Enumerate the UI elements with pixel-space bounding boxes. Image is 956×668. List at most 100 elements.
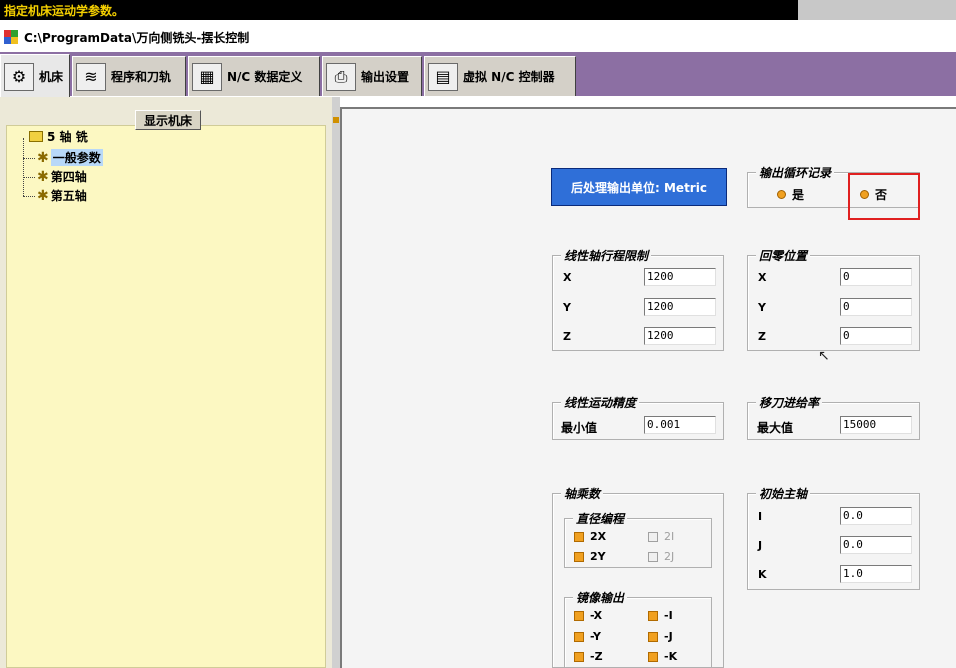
checkbox-box: [648, 610, 658, 621]
status-bar: 指定机床运动学参数。: [0, 0, 956, 20]
home-z-input[interactable]: 0: [840, 327, 912, 345]
group-title: 轴乘数: [561, 485, 604, 502]
checkbox-label: 2Y: [590, 550, 606, 563]
axis-label: Z: [758, 330, 766, 343]
tree-line: [23, 158, 35, 159]
group-title: 线性运动精度: [561, 394, 640, 411]
gear-icon: ✱: [37, 187, 49, 204]
checkbox-box: [574, 551, 584, 562]
checkbox-label: 2X: [590, 530, 607, 543]
diameter-2x-checkbox[interactable]: 2X: [574, 530, 606, 543]
mirror-y-checkbox[interactable]: -Y: [574, 630, 601, 643]
tree-node-fourth-axis[interactable]: ✱ 第四轴: [37, 168, 87, 185]
spindle-i-input[interactable]: 0.0: [840, 507, 912, 525]
checkbox-box: [574, 531, 584, 542]
splitter[interactable]: [332, 97, 340, 668]
cycle-yes-radio[interactable]: 是: [777, 186, 804, 203]
window-path: C:\ProgramData\万向侧铣头-摆长控制: [24, 31, 250, 45]
axis-label: Z: [563, 330, 571, 343]
tree-line: [23, 138, 24, 196]
mirror-z-checkbox[interactable]: -Z: [574, 650, 603, 663]
tree-node-label: 一般参数: [50, 149, 103, 166]
group-title: 回零位置: [756, 247, 811, 264]
checkbox-label: -I: [664, 609, 673, 622]
mirror-j-checkbox[interactable]: -J: [648, 630, 673, 643]
group-title: 初始主轴: [756, 485, 811, 502]
axis-label: X: [563, 271, 572, 284]
tab-label: 机床: [39, 70, 64, 84]
limit-z-input[interactable]: 1200: [644, 327, 716, 345]
group-title: 移刀进给率: [756, 394, 823, 411]
radio-label: 是: [792, 188, 805, 202]
tree-node-root[interactable]: 5 轴 铣: [29, 128, 88, 145]
axis-label: K: [758, 568, 767, 581]
checkbox-box: [648, 531, 658, 542]
spindle-k-input[interactable]: 1.0: [840, 565, 912, 583]
spindle-j-input[interactable]: 0.0: [840, 536, 912, 554]
tab-label: 程序和刀轨: [111, 70, 172, 84]
tree-line: [23, 177, 35, 178]
splitter-handle[interactable]: [333, 117, 339, 123]
axis-label: I: [758, 510, 763, 523]
group-title: 镜像输出: [573, 589, 628, 606]
tab-virtual-nc[interactable]: ▤ 虚拟 N/C 控制器: [424, 56, 576, 96]
checkbox-label: -Y: [590, 630, 601, 643]
tab-bar: ⚙ 机床 ≋ 程序和刀轨 ▦ N/C 数据定义 ⎙ 输出设置 ▤ 虚拟 N/C …: [0, 52, 956, 98]
status-text: 指定机床运动学参数。: [4, 4, 125, 18]
controller-icon: ▤: [428, 62, 458, 91]
app-icon: [4, 30, 18, 44]
group-title: 直径编程: [573, 510, 628, 527]
traverse-feed-input[interactable]: 15000: [840, 416, 912, 434]
tree-node-label: 第五轴: [50, 189, 87, 203]
axis-label: J: [758, 539, 763, 552]
checkbox-box: [574, 631, 584, 642]
tree-line: [23, 196, 35, 197]
checkbox-label: -X: [590, 609, 603, 622]
axis-label: X: [758, 271, 767, 284]
checkbox-box: [574, 651, 584, 662]
mirror-x-checkbox[interactable]: -X: [574, 609, 602, 622]
limit-y-input[interactable]: 1200: [644, 298, 716, 316]
resolution-input[interactable]: 0.001: [644, 416, 716, 434]
tab-nc-data[interactable]: ▦ N/C 数据定义: [188, 56, 320, 96]
highlight-box: [848, 173, 920, 220]
mouse-cursor-icon: ↖: [818, 348, 830, 364]
toolpath-icon: ≋: [76, 62, 106, 91]
tree-node-general[interactable]: ✱ 一般参数: [37, 149, 103, 166]
output-unit-box: 后处理输出单位: Metric: [551, 168, 727, 206]
left-panel: 5 轴 铣 ✱ 一般参数 ✱ 第四轴 ✱ 第五轴: [0, 97, 332, 668]
checkbox-label: 2J: [664, 550, 675, 563]
diameter-2y-checkbox[interactable]: 2Y: [574, 550, 606, 563]
axis-label: Y: [758, 301, 766, 314]
tab-output-settings[interactable]: ⎙ 输出设置: [322, 56, 422, 96]
axis-label: Y: [563, 301, 571, 314]
limit-x-input[interactable]: 1200: [644, 268, 716, 286]
machine-icon: ⚙: [4, 62, 34, 91]
tab-machine[interactable]: ⚙ 机床: [0, 54, 70, 98]
checkbox-label: 2I: [664, 530, 675, 543]
show-machine-button[interactable]: 显示机床: [135, 110, 201, 130]
diameter-2i-checkbox[interactable]: 2I: [648, 530, 674, 543]
tab-label: N/C 数据定义: [227, 70, 303, 84]
tree-node-fifth-axis[interactable]: ✱ 第五轴: [37, 187, 87, 204]
printer-icon: ⎙: [326, 62, 356, 91]
checkbox-label: -J: [664, 630, 673, 643]
mirror-k-checkbox[interactable]: -K: [648, 650, 677, 663]
max-value-label: 最大值: [757, 421, 794, 435]
home-y-input[interactable]: 0: [840, 298, 912, 316]
radio-dot: [777, 190, 786, 199]
mirror-i-checkbox[interactable]: -I: [648, 609, 673, 622]
tab-label: 输出设置: [361, 70, 410, 84]
tab-program-toolpath[interactable]: ≋ 程序和刀轨: [72, 56, 186, 96]
group-title: 输出循环记录: [756, 164, 835, 181]
gear-icon: ✱: [37, 149, 49, 166]
diameter-2j-checkbox[interactable]: 2J: [648, 550, 674, 563]
checkbox-box: [648, 631, 658, 642]
checkbox-box: [648, 551, 658, 562]
title-bar: C:\ProgramData\万向侧铣头-摆长控制: [0, 20, 956, 52]
tab-label: 虚拟 N/C 控制器: [463, 70, 555, 84]
home-x-input[interactable]: 0: [840, 268, 912, 286]
tree-node-label: 5 轴 铣: [47, 130, 88, 144]
min-value-label: 最小值: [561, 421, 598, 435]
machine-tree: 5 轴 铣 ✱ 一般参数 ✱ 第四轴 ✱ 第五轴: [6, 125, 326, 668]
